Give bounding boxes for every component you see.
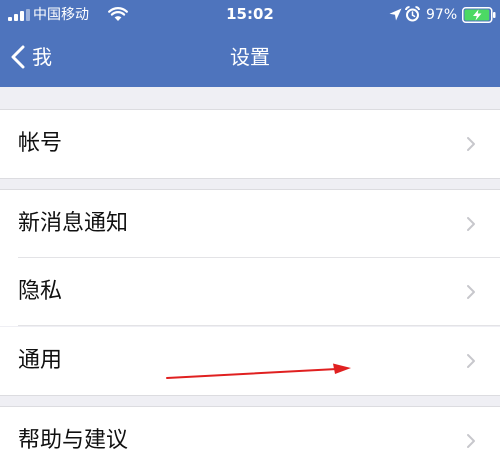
row-divider xyxy=(18,325,500,326)
settings-row-label: 帐号 xyxy=(18,131,63,156)
location-arrow-icon xyxy=(389,8,402,21)
chevron-right-icon xyxy=(467,434,475,448)
status-time: 15:02 xyxy=(226,5,274,23)
settings-row-general[interactable]: 通用 xyxy=(0,327,500,395)
settings-row-new-message-notifications[interactable]: 新消息通知 xyxy=(0,190,500,258)
settings-row-label: 隐私 xyxy=(18,279,63,304)
chevron-right-icon xyxy=(467,217,475,231)
top-bar: 中国移动 15:02 97% 我 设置 xyxy=(0,0,500,87)
chevron-right-icon xyxy=(467,137,475,151)
charging-battery-icon xyxy=(462,7,496,23)
battery-percentage: 97% xyxy=(426,7,458,23)
settings-row-label: 新消息通知 xyxy=(18,211,129,236)
status-bar: 中国移动 15:02 97% xyxy=(0,0,500,30)
section-separator xyxy=(0,178,500,179)
red-arrow-icon xyxy=(166,363,351,379)
section-separator xyxy=(0,395,500,396)
settings-row-privacy[interactable]: 隐私 xyxy=(0,258,500,326)
settings-row-account[interactable]: 帐号 xyxy=(0,110,500,178)
settings-row-label: 通用 xyxy=(18,348,63,373)
settings-row-label: 帮助与建议 xyxy=(18,428,129,453)
alarm-icon xyxy=(405,6,420,22)
navigation-bar: 我 设置 xyxy=(0,30,500,87)
settings-row-help-and-feedback[interactable]: 帮助与建议 xyxy=(0,407,500,475)
page-title: 设置 xyxy=(230,45,270,69)
chevron-right-icon xyxy=(467,285,475,299)
chevron-right-icon xyxy=(467,354,475,368)
